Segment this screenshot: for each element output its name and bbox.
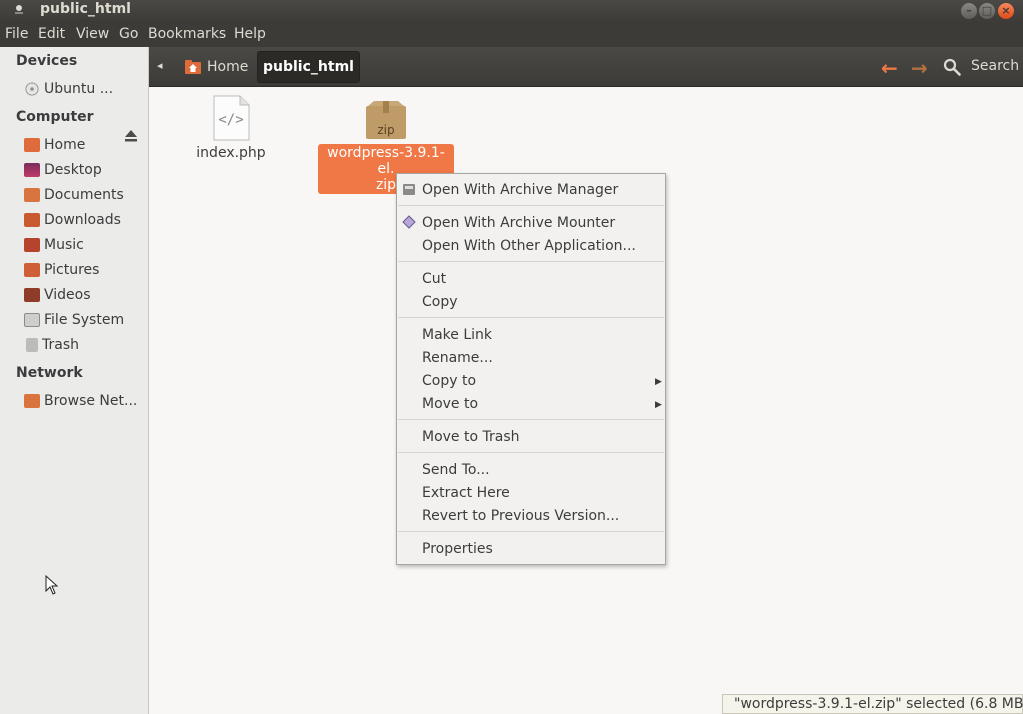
sidebar-item-home[interactable]: Home <box>24 134 144 156</box>
videos-icon <box>24 288 40 302</box>
search-icon[interactable] <box>943 58 961 76</box>
mouse-pointer-icon <box>45 575 59 595</box>
window-title: public_html <box>40 1 131 17</box>
context-menu: Open With Archive Manager Open With Arch… <box>396 173 666 565</box>
menu-go[interactable]: Go <box>119 26 138 42</box>
network-icon <box>24 394 40 408</box>
maximize-button[interactable]: □ <box>979 3 995 19</box>
sidebar-item-file-system[interactable]: File System <box>24 309 144 331</box>
search-button-label[interactable]: Search <box>971 58 1019 74</box>
menu-separator <box>398 317 664 318</box>
menu-item-open-archive-manager[interactable]: Open With Archive Manager <box>422 182 618 198</box>
home-folder-icon <box>185 60 201 74</box>
menu-bookmarks[interactable]: Bookmarks <box>148 26 226 42</box>
file-item-index-php[interactable]: </> index.php <box>191 95 271 161</box>
breadcrumb-scroll-left-button[interactable]: ◂ <box>157 59 163 72</box>
pictures-icon <box>24 263 40 277</box>
sidebar-item-ubuntu[interactable]: Ubuntu ... <box>24 78 144 100</box>
menu-item-send-to[interactable]: Send To... <box>422 462 490 478</box>
drive-icon <box>24 313 40 327</box>
menu-item-properties[interactable]: Properties <box>422 541 493 557</box>
sidebar-item-videos[interactable]: Videos <box>24 284 144 306</box>
trash-icon <box>26 338 38 352</box>
menu-separator <box>398 452 664 453</box>
submenu-arrow-icon: ▶ <box>655 377 662 387</box>
breadcrumb-home[interactable]: Home <box>177 52 256 82</box>
menu-item-extract-here[interactable]: Extract Here <box>422 485 510 501</box>
file-name-line2: zip <box>375 177 397 193</box>
menu-separator <box>398 261 664 262</box>
sidebar: Devices Ubuntu ... Computer Home Desktop… <box>0 47 149 714</box>
minimize-button[interactable]: – <box>961 3 977 19</box>
sidebar-item-label: Browse Net... <box>44 393 138 409</box>
sidebar-item-label: Desktop <box>44 162 102 178</box>
downloads-icon <box>24 213 40 227</box>
sidebar-item-label: Videos <box>44 287 91 303</box>
title-bar: public_html – □ × <box>0 0 1023 22</box>
sidebar-item-desktop[interactable]: Desktop <box>24 159 144 181</box>
sidebar-item-label: Pictures <box>44 262 100 278</box>
menu-item-copy-to[interactable]: Copy to <box>422 373 476 389</box>
desktop-icon <box>24 163 40 177</box>
submenu-arrow-icon: ▶ <box>655 400 662 410</box>
sidebar-heading-computer: Computer <box>16 109 94 125</box>
toolbar: ◂ Home public_html ← → Search <box>149 47 1023 87</box>
menu-item-rename[interactable]: Rename... <box>422 350 493 366</box>
sidebar-item-label: Trash <box>42 337 79 353</box>
sidebar-item-label: Downloads <box>44 212 121 228</box>
archive-mounter-icon <box>402 215 416 229</box>
menu-help[interactable]: Help <box>234 26 266 42</box>
sidebar-item-documents[interactable]: Documents <box>24 184 144 206</box>
sidebar-item-label: Documents <box>44 187 124 203</box>
zip-icon-text: zip <box>377 123 394 137</box>
music-icon <box>24 238 40 252</box>
sidebar-heading-network: Network <box>16 365 83 381</box>
file-name: index.php <box>196 145 266 161</box>
sidebar-heading-devices: Devices <box>16 53 78 69</box>
menu-item-revert-previous-version[interactable]: Revert to Previous Version... <box>422 508 619 524</box>
sidebar-item-browse-network[interactable]: Browse Net... <box>24 390 144 412</box>
menu-file[interactable]: File <box>5 26 28 42</box>
menu-item-open-other-application[interactable]: Open With Other Application... <box>422 238 636 254</box>
forward-arrow-icon[interactable]: → <box>911 56 928 80</box>
sidebar-item-downloads[interactable]: Downloads <box>24 209 144 231</box>
documents-icon <box>24 188 40 202</box>
sidebar-item-label: Ubuntu ... <box>44 81 114 97</box>
svg-text:</>: </> <box>218 112 243 128</box>
sidebar-item-label: Music <box>44 237 84 253</box>
menu-bar: File Edit View Go Bookmarks Help <box>0 22 1023 47</box>
home-folder-icon <box>24 138 40 152</box>
app-menu-icon[interactable] <box>14 4 24 16</box>
close-button[interactable]: × <box>998 3 1014 19</box>
archive-manager-icon <box>403 184 415 195</box>
menu-separator <box>398 205 664 206</box>
status-bar: "wordpress-3.9.1-el.zip" selected (6.8 M… <box>722 694 1023 714</box>
menu-edit[interactable]: Edit <box>38 26 65 42</box>
menu-item-move-to-trash[interactable]: Move to Trash <box>422 429 520 445</box>
menu-item-open-archive-mounter[interactable]: Open With Archive Mounter <box>422 215 615 231</box>
sidebar-item-label: Home <box>44 137 86 153</box>
sidebar-item-music[interactable]: Music <box>24 234 144 256</box>
menu-view[interactable]: View <box>76 26 109 42</box>
breadcrumb-home-label: Home <box>207 59 249 75</box>
sidebar-item-label: File System <box>44 312 125 328</box>
disc-icon <box>25 82 39 96</box>
menu-separator <box>398 419 664 420</box>
sidebar-item-pictures[interactable]: Pictures <box>24 259 144 281</box>
sidebar-item-trash[interactable]: Trash <box>24 334 144 356</box>
menu-item-copy[interactable]: Copy <box>422 294 458 310</box>
menu-item-move-to[interactable]: Move to <box>422 396 478 412</box>
menu-item-cut[interactable]: Cut <box>422 271 446 287</box>
menu-separator <box>398 531 664 532</box>
menu-item-make-link[interactable]: Make Link <box>422 327 492 343</box>
back-arrow-icon[interactable]: ← <box>881 56 898 80</box>
breadcrumb-current[interactable]: public_html <box>257 51 360 83</box>
zip-archive-icon: zip <box>366 101 406 139</box>
php-file-icon: </> <box>213 95 250 141</box>
